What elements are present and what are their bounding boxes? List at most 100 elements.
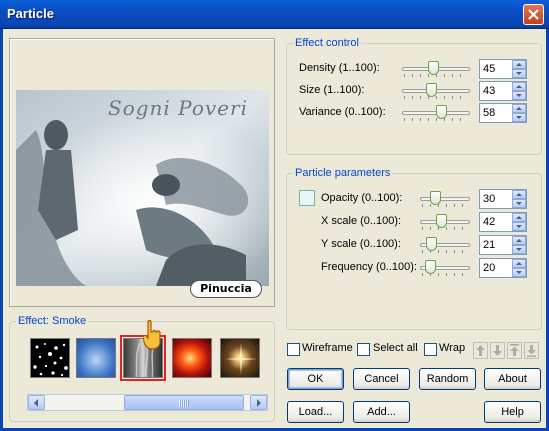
scroll-grip [179, 400, 189, 407]
select-all-checkbox[interactable] [357, 343, 370, 356]
wireframe-checkbox[interactable] [287, 343, 300, 356]
scroll-thumb[interactable] [124, 395, 244, 410]
particle-param-row: Frequency (0..100): 20 [286, 258, 542, 278]
move-down-button[interactable] [490, 342, 505, 359]
effect-control-row: Density (1..100): 45 [286, 59, 542, 79]
effect-control-slider[interactable] [402, 60, 470, 78]
spin-up-icon[interactable] [512, 236, 526, 245]
add-button[interactable]: Add... [353, 401, 410, 423]
ok-button[interactable]: OK [287, 368, 344, 390]
particle-param-label: Opacity (0..100): [321, 192, 403, 204]
spin-down-icon[interactable] [512, 245, 526, 254]
slider-thumb[interactable] [427, 61, 439, 75]
spin-up-icon[interactable] [512, 60, 526, 69]
help-button[interactable]: Help [484, 401, 541, 423]
effect-control-slider[interactable] [402, 104, 470, 122]
particle-param-slider[interactable] [420, 190, 470, 208]
scroll-left-icon[interactable] [28, 395, 45, 410]
effect-control-spinbox[interactable]: 45 [479, 59, 527, 79]
arrow-up-icon [476, 345, 485, 356]
effect-control-spinbox[interactable]: 58 [479, 103, 527, 123]
particle-param-value[interactable]: 21 [483, 239, 495, 251]
spin-up-icon[interactable] [512, 190, 526, 199]
particle-param-value[interactable]: 42 [483, 216, 495, 228]
close-button[interactable] [523, 4, 544, 25]
spin-buttons [512, 213, 526, 231]
slider-ticks [404, 74, 468, 77]
scroll-right-icon[interactable] [250, 395, 267, 410]
particle-param-row: Y scale (0..100): 21 [286, 235, 542, 255]
particle-param-slider[interactable] [420, 213, 470, 231]
effect-control-value[interactable]: 43 [483, 85, 495, 97]
spin-buttons [512, 259, 526, 277]
particle-param-row: Opacity (0..100): 30 [286, 189, 542, 209]
slider-ticks [404, 118, 468, 121]
effect-control-spinbox[interactable]: 43 [479, 81, 527, 101]
arrow-top-icon [510, 344, 519, 356]
spin-down-icon[interactable] [512, 222, 526, 231]
wireframe-label: Wireframe [302, 342, 353, 354]
slider-thumb[interactable] [436, 214, 447, 228]
spin-up-icon[interactable] [512, 82, 526, 91]
effect-thumb-sparkle[interactable] [220, 338, 260, 378]
effect-control-label: Variance (0..100): [299, 106, 386, 118]
particle-param-spinbox[interactable]: 42 [479, 212, 527, 232]
spin-buttons [512, 236, 526, 254]
move-bottom-button[interactable] [524, 342, 539, 359]
about-button[interactable]: About [484, 368, 541, 390]
particle-param-spinbox[interactable]: 20 [479, 258, 527, 278]
spin-down-icon[interactable] [512, 69, 526, 78]
load-button[interactable]: Load... [287, 401, 344, 423]
window-title: Particle [7, 6, 54, 21]
cancel-button[interactable]: Cancel [353, 368, 410, 390]
particle-param-slider[interactable] [420, 236, 470, 254]
random-button[interactable]: Random [419, 368, 476, 390]
particle-param-value[interactable]: 30 [483, 193, 495, 205]
slider-thumb[interactable] [425, 237, 437, 251]
effect-thumb-clouds[interactable] [76, 338, 116, 378]
effect-control-value[interactable]: 45 [483, 63, 495, 75]
particle-param-label: Frequency (0..100): [321, 261, 417, 273]
spin-up-icon[interactable] [512, 104, 526, 113]
wrap-checkbox[interactable] [424, 343, 437, 356]
slider-thumb[interactable] [436, 105, 448, 119]
effect-thumb-stars[interactable] [30, 338, 70, 378]
particle-param-label: X scale (0..100): [321, 215, 402, 227]
thumbnail-scrollbar[interactable] [27, 394, 268, 411]
particle-params-label: Particle parameters [293, 167, 393, 179]
move-top-button[interactable] [507, 342, 522, 359]
slider-ticks [404, 96, 468, 99]
preview-panel: Sogni Poveri Pinuccia [9, 38, 275, 307]
spin-down-icon[interactable] [512, 199, 526, 208]
wrap-label: Wrap [439, 342, 466, 354]
signature-text: Pinuccia [200, 282, 252, 295]
effect-thumb-fire[interactable] [172, 338, 212, 378]
effect-group-label: Effect: Smoke [16, 315, 89, 327]
preview-image: Sogni Poveri [16, 90, 269, 286]
spin-buttons [512, 82, 526, 100]
spin-down-icon[interactable] [512, 268, 526, 277]
slider-ticks [422, 204, 468, 207]
spin-up-icon[interactable] [512, 213, 526, 222]
arrow-down-icon [493, 345, 502, 356]
spin-down-icon[interactable] [512, 113, 526, 122]
slider-thumb[interactable] [426, 83, 438, 97]
slider-thumb[interactable] [425, 260, 436, 274]
spin-down-icon[interactable] [512, 91, 526, 100]
effect-control-slider[interactable] [402, 82, 470, 100]
effect-control-row: Variance (0..100): 58 [286, 103, 542, 123]
particle-param-label: Y scale (0..100): [321, 238, 401, 250]
particle-param-slider[interactable] [420, 259, 470, 277]
slider-thumb[interactable] [430, 191, 441, 205]
spin-up-icon[interactable] [512, 259, 526, 268]
move-up-button[interactable] [473, 342, 488, 359]
effect-control-value[interactable]: 58 [483, 107, 495, 119]
effect-control-row: Size (1..100): 43 [286, 81, 542, 101]
signature-badge: Pinuccia [190, 280, 262, 298]
particle-param-row: X scale (0..100): 42 [286, 212, 542, 232]
spin-buttons [512, 190, 526, 208]
close-icon [528, 9, 539, 20]
particle-param-spinbox[interactable]: 30 [479, 189, 527, 209]
particle-param-spinbox[interactable]: 21 [479, 235, 527, 255]
particle-param-value[interactable]: 20 [483, 262, 495, 274]
